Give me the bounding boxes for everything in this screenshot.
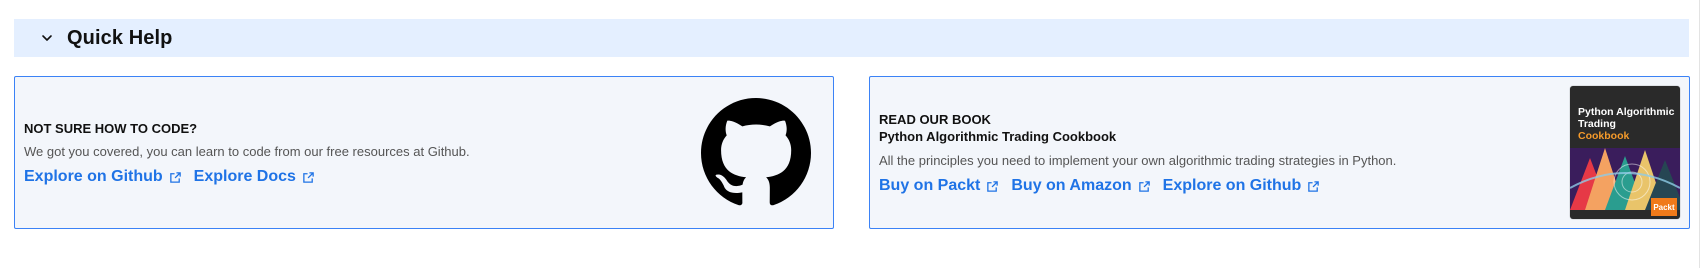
book-title: Python Algorithmic Trading Cookbook	[879, 129, 1117, 144]
cover-title: Python Algorithmic Trading Cookbook	[1578, 106, 1678, 142]
quick-help-header[interactable]: Quick Help	[14, 19, 1689, 57]
card-eyebrow: NOT SURE HOW TO CODE?	[24, 121, 198, 136]
external-link-icon	[1308, 180, 1320, 192]
link-label: Buy on Amazon	[1011, 177, 1132, 194]
external-link-icon	[303, 171, 314, 183]
card-body: NOT SURE HOW TO CODE? We got you covered…	[24, 120, 470, 188]
card-links: Explore on Github Explore Docs	[24, 166, 470, 188]
cover-subtitle: Cookbook	[1578, 130, 1630, 142]
cover-title-text: Python Algorithmic Trading	[1578, 106, 1675, 130]
card-links: Buy on Packt Buy on Amazon Explore on Gi…	[879, 175, 1396, 197]
section-title: Quick Help	[67, 26, 173, 49]
explore-github-link[interactable]: Explore on Github	[24, 166, 182, 188]
link-label: Explore on Github	[1162, 177, 1302, 194]
learn-to-code-card: NOT SURE HOW TO CODE? We got you covered…	[14, 76, 834, 229]
link-label: Buy on Packt	[879, 177, 981, 194]
explore-docs-link[interactable]: Explore Docs	[194, 166, 315, 188]
external-link-icon	[987, 180, 999, 192]
chevron-down-icon[interactable]	[41, 32, 53, 44]
external-link-icon	[1138, 180, 1150, 192]
github-icon	[701, 98, 811, 206]
buy-on-packt-link[interactable]: Buy on Packt	[879, 175, 999, 197]
card-description: All the principles you need to implement…	[879, 153, 1397, 168]
scrollbar-track	[1699, 0, 1700, 268]
external-link-icon	[169, 171, 181, 183]
card-eyebrow: READ OUR BOOK	[879, 112, 991, 127]
book-card: READ OUR BOOK Python Algorithmic Trading…	[869, 76, 1690, 229]
book-cover-image: Python Algorithmic Trading Cookbook Pack…	[1570, 86, 1680, 219]
buy-on-amazon-link[interactable]: Buy on Amazon	[1011, 175, 1150, 197]
card-body: READ OUR BOOK Python Algorithmic Trading…	[879, 111, 1396, 197]
link-label: Explore on Github	[24, 168, 163, 185]
page: Quick Help NOT SURE HOW TO CODE? We got …	[0, 0, 1706, 268]
card-description: We got you covered, you can learn to cod…	[24, 144, 470, 159]
cover-publisher-logo: Packt	[1651, 198, 1677, 216]
link-label: Explore Docs	[193, 168, 296, 185]
book-explore-github-link[interactable]: Explore on Github	[1163, 175, 1321, 197]
